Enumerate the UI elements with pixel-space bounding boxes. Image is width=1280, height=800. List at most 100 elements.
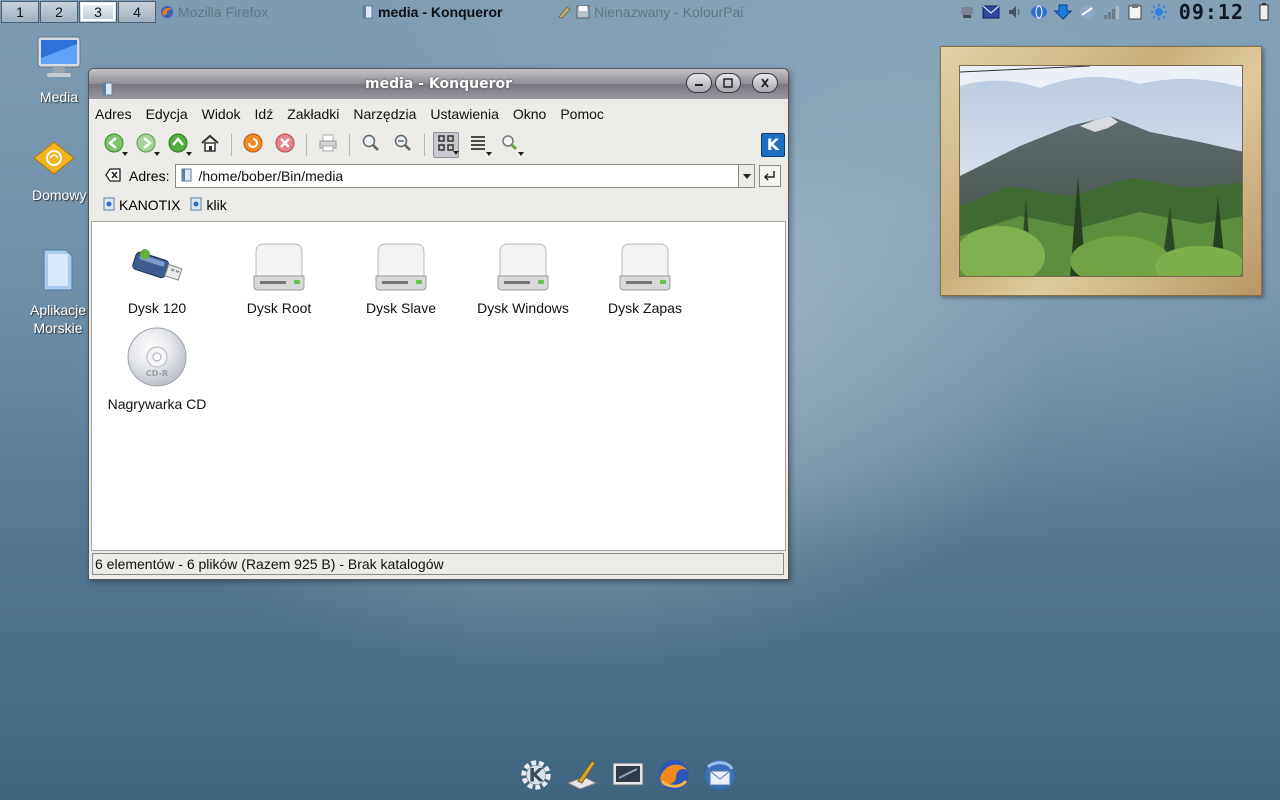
task-konqueror[interactable]: media - Konqueror <box>360 3 502 21</box>
list-view-button[interactable] <box>465 132 492 158</box>
desktop-1-button[interactable]: 1 <box>1 1 39 23</box>
file-item-dysk-windows[interactable]: Dysk Windows <box>462 236 584 316</box>
status-bar: 6 elementów - 6 plików (Razem 925 B) - B… <box>92 553 784 575</box>
file-item-dysk-zapas[interactable]: Dysk Zapas <box>584 236 706 316</box>
up-icon <box>168 133 188 157</box>
close-button[interactable] <box>752 73 778 93</box>
back-button[interactable] <box>101 132 128 158</box>
menu-okno[interactable]: Okno <box>513 106 546 122</box>
download-icon[interactable] <box>1053 3 1073 21</box>
reload-button[interactable] <box>240 132 266 158</box>
battery-icon[interactable] <box>1254 3 1274 21</box>
file-label: Dysk Zapas <box>608 300 682 316</box>
desktop-2-button[interactable]: 2 <box>40 1 78 23</box>
minimize-button[interactable] <box>686 73 712 93</box>
bookmark-toolbar: KANOTIX klik <box>89 191 788 219</box>
location-field[interactable] <box>175 164 756 188</box>
maximize-button[interactable] <box>715 73 741 93</box>
firefox-icon[interactable] <box>656 756 692 794</box>
clear-location-icon[interactable] <box>105 167 121 185</box>
clock[interactable]: 09:12 <box>1179 0 1244 24</box>
task-label: Mozilla Firefox <box>178 4 269 20</box>
task-firefox[interactable]: Mozilla Firefox <box>160 3 268 21</box>
desktop-icon-label: Aplikacje Morskie <box>29 302 87 336</box>
bookmark-klik[interactable]: klik <box>190 197 227 214</box>
file-label: Dysk 120 <box>127 300 187 316</box>
window-title: media - Konqueror <box>364 76 512 92</box>
hard-drive-icon <box>462 236 584 292</box>
zoom-in-button[interactable] <box>358 132 384 158</box>
home-button[interactable] <box>197 132 223 158</box>
cdr-icon: CD-R <box>96 326 218 388</box>
bookmark-icon <box>190 197 202 214</box>
zoom-in-icon <box>361 133 381 157</box>
icon-view-button[interactable] <box>433 132 459 158</box>
firefox-icon <box>160 5 174 19</box>
go-button[interactable] <box>759 165 782 187</box>
stop-icon <box>275 133 295 157</box>
file-item-nagrywarka-cd[interactable]: CD-R Nagrywarka CD <box>96 326 218 412</box>
reload-icon <box>243 133 263 157</box>
desktop-4-button[interactable]: 4 <box>118 1 156 23</box>
signal-icon[interactable] <box>1101 3 1121 21</box>
menu-narzedzia[interactable]: Narzędzia <box>353 106 416 122</box>
forward-icon <box>136 133 156 157</box>
top-panel: 1 2 3 4 Mozilla Firefox media - Konquero… <box>0 0 1280 24</box>
sun-icon[interactable] <box>1149 3 1169 21</box>
zoom-out-button[interactable] <box>390 132 416 158</box>
bookmark-label: klik <box>206 197 227 213</box>
menu-zakladki[interactable]: Zakładki <box>287 106 339 122</box>
menu-pomoc[interactable]: Pomoc <box>560 106 604 122</box>
window-titlebar[interactable]: media - Konqueror <box>89 69 788 99</box>
kde-logo-icon[interactable]: K <box>761 133 785 157</box>
hard-drive-icon <box>218 236 340 292</box>
up-button[interactable] <box>165 132 192 158</box>
kolourpaint-icon[interactable] <box>564 756 600 794</box>
desktop-icon-home[interactable]: Domowy <box>14 136 94 203</box>
file-item-dysk-root[interactable]: Dysk Root <box>218 236 340 316</box>
stop-button[interactable] <box>272 132 298 158</box>
menu-idz[interactable]: Idź <box>255 106 274 122</box>
desktop-icon-aplikacje[interactable]: Aplikacje Morskie <box>18 246 98 337</box>
menu-edycja[interactable]: Edycja <box>146 106 188 122</box>
task-kolourpaint[interactable]: Nienazwany - KolourPai <box>558 3 743 21</box>
back-icon <box>104 133 124 157</box>
photo-frame-widget[interactable] <box>940 46 1262 296</box>
location-dropdown-button[interactable] <box>738 165 755 187</box>
file-label: Dysk Root <box>246 300 312 316</box>
file-view[interactable]: Dysk 120 Dysk Root Dysk Slave Dysk Windo… <box>91 221 786 551</box>
location-label: Adres: <box>129 168 170 184</box>
menubar: Adres Edycja Widok Idź Zakładki Narzędzi… <box>89 99 788 129</box>
weather-icon[interactable] <box>1077 3 1097 21</box>
location-input[interactable] <box>198 168 729 184</box>
thunderbird-icon[interactable] <box>702 756 738 794</box>
print-button[interactable] <box>315 132 341 158</box>
desktop-3-button[interactable]: 3 <box>79 1 117 23</box>
list-view-icon <box>469 134 487 156</box>
bookmark-kanotix[interactable]: KANOTIX <box>103 197 180 214</box>
menu-ustawienia[interactable]: Ustawienia <box>430 106 498 122</box>
forward-button[interactable] <box>133 132 160 158</box>
file-item-dysk-slave[interactable]: Dysk Slave <box>340 236 462 316</box>
usb-drive-icon <box>96 236 218 292</box>
volume-icon[interactable] <box>1005 3 1025 21</box>
globe-icon[interactable] <box>1029 3 1049 21</box>
kde-menu-icon[interactable]: K <box>518 756 554 794</box>
mail-icon[interactable] <box>981 3 1001 21</box>
clipboard-icon[interactable] <box>1125 3 1145 21</box>
terminal-icon[interactable] <box>610 756 646 794</box>
print-icon <box>318 133 338 157</box>
menu-adres[interactable]: Adres <box>95 106 132 122</box>
find-button[interactable] <box>497 132 524 158</box>
main-toolbar: K <box>89 129 788 161</box>
save-icon <box>576 5 590 19</box>
system-tray: 09:12 <box>957 0 1280 24</box>
file-label: Dysk Windows <box>477 300 569 316</box>
network-icon[interactable] <box>957 3 977 21</box>
file-item-dysk-120[interactable]: Dysk 120 <box>96 236 218 316</box>
window-menu-icon[interactable] <box>101 77 113 107</box>
konqueror-window-icon <box>360 5 374 19</box>
task-label: media - Konqueror <box>378 4 503 20</box>
svg-text:K: K <box>529 765 545 787</box>
menu-widok[interactable]: Widok <box>202 106 241 122</box>
